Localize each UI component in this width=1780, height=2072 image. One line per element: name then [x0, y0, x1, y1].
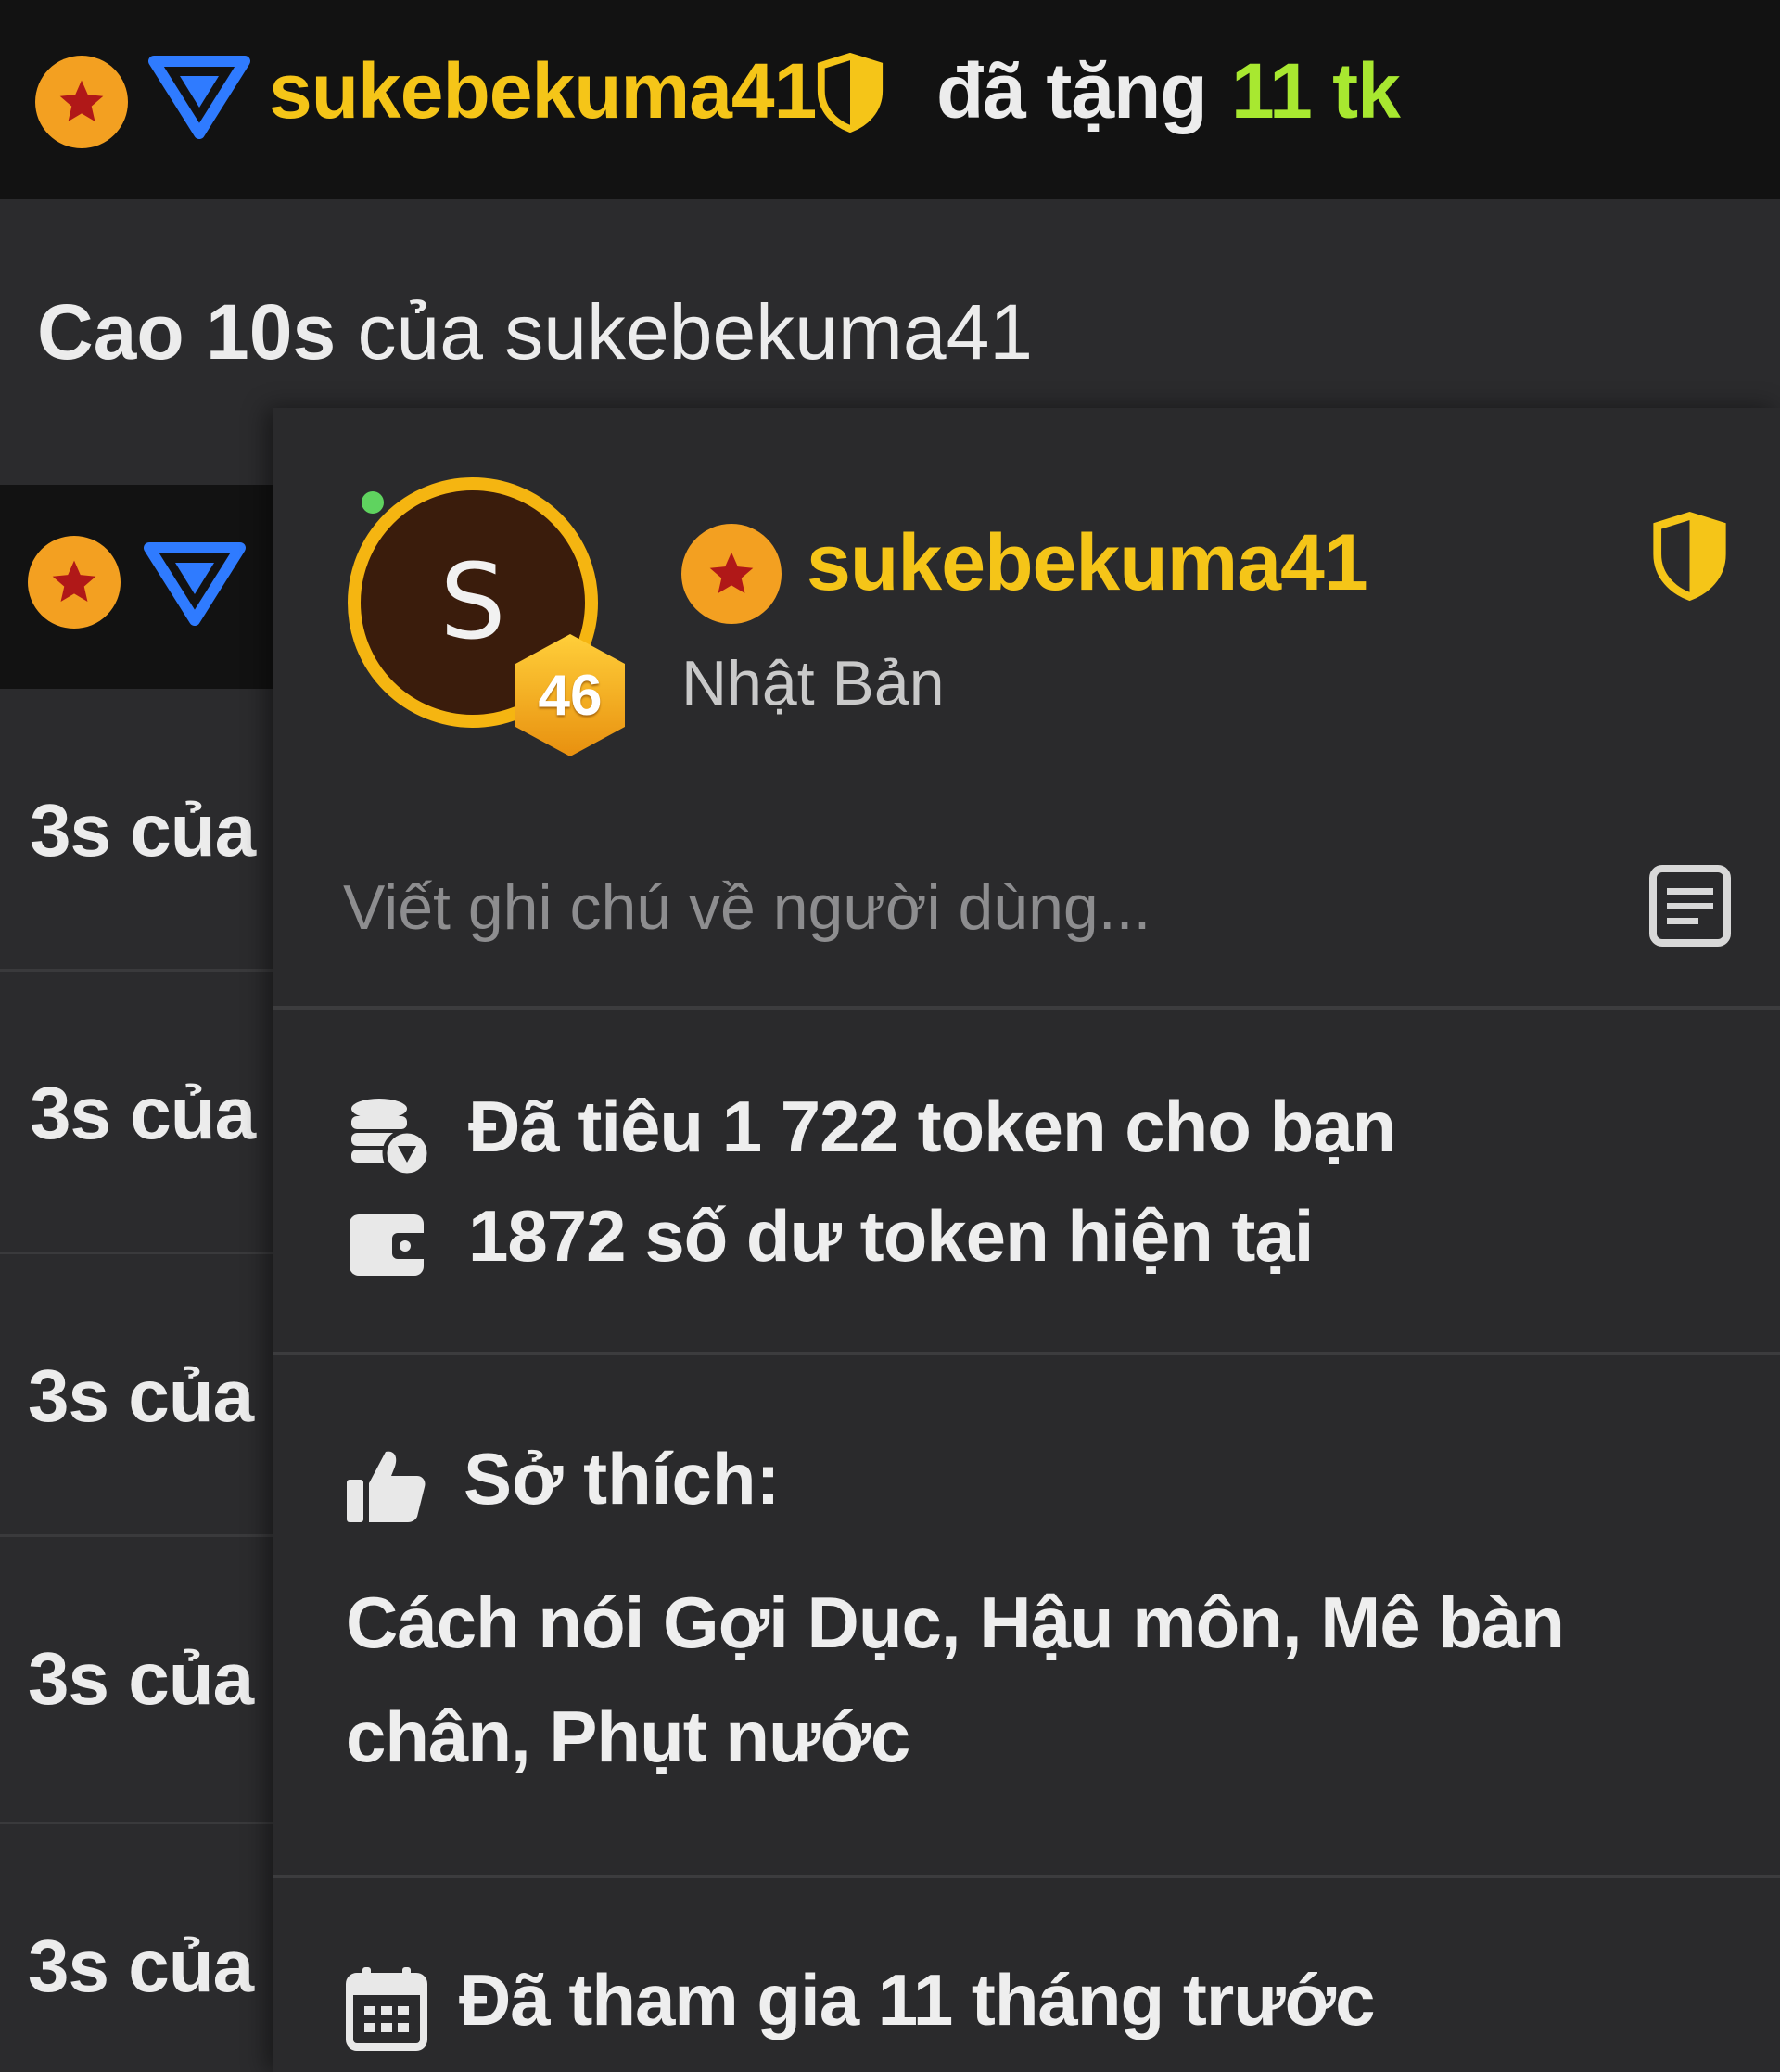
chat-message-tip[interactable]: 3s của — [28, 1354, 254, 1439]
gift-username[interactable]: sukebekuma41 — [269, 46, 817, 136]
level-badge: 46 — [510, 630, 630, 760]
blue-triangle-icon — [148, 56, 250, 144]
chat-message-tip[interactable]: 3s của — [28, 1636, 254, 1722]
chat-message-gift-partial[interactable] — [0, 485, 278, 689]
chat-message-tip[interactable]: 3s của — [30, 788, 256, 873]
star-badge-icon — [681, 524, 782, 624]
joined-date: Đã tham gia 11 tháng trước — [459, 1959, 1376, 2040]
avatar-letter: S — [439, 542, 506, 663]
row-divider — [0, 1252, 278, 1254]
star-badge-icon — [28, 536, 121, 629]
thumbs-up-icon — [343, 1446, 426, 1525]
row-divider — [0, 1822, 278, 1824]
shield-icon[interactable] — [1641, 510, 1738, 603]
interests-label: Sở thích: — [464, 1438, 781, 1519]
row-divider — [0, 1534, 278, 1537]
chat-message-tip[interactable]: 3s của — [28, 1924, 254, 2009]
user-profile-card: S 46 sukebekuma41 Nhật Bản Viết ghi chú … — [273, 408, 1780, 2072]
interests-line-1: Cách nói Gợi Dục, Hậu môn, Mê bàn — [346, 1582, 1565, 1663]
interests-line-2: chân, Phụt nước — [346, 1696, 910, 1777]
tokens-balance: 1872 số dư token hiện tại — [468, 1195, 1314, 1277]
gift-text: đã tặng — [936, 47, 1208, 134]
shield-icon — [814, 51, 886, 134]
command-label: Cao 10s — [37, 288, 337, 375]
gift-amount: 11 tk — [1231, 47, 1401, 134]
section-divider — [273, 1006, 1780, 1010]
wallet-icon — [346, 1207, 431, 1281]
section-divider — [273, 1352, 1780, 1355]
profile-username[interactable]: sukebekuma41 — [807, 517, 1368, 609]
row-divider — [0, 969, 278, 972]
coins-icon — [346, 1094, 432, 1179]
chat-message-command[interactable]: Cao 10s của sukebekuma41 — [37, 287, 1033, 377]
level-number: 46 — [538, 663, 603, 728]
blue-triangle-icon — [144, 542, 246, 630]
tokens-spent: Đã tiêu 1 722 token cho bạn — [468, 1086, 1396, 1167]
section-divider — [273, 1875, 1780, 1878]
note-icon[interactable] — [1648, 864, 1732, 947]
profile-country: Nhật Bản — [681, 648, 945, 718]
command-rest: của sukebekuma41 — [357, 288, 1034, 375]
star-badge-icon — [35, 56, 128, 148]
calendar-icon — [346, 1965, 427, 2051]
online-indicator — [362, 491, 384, 514]
chat-message-gift[interactable]: sukebekuma41 đã tặng 11 tk — [0, 0, 1780, 199]
note-input[interactable]: Viết ghi chú về người dùng... — [343, 871, 1151, 944]
chat-message-tip[interactable]: 3s của — [30, 1071, 256, 1156]
